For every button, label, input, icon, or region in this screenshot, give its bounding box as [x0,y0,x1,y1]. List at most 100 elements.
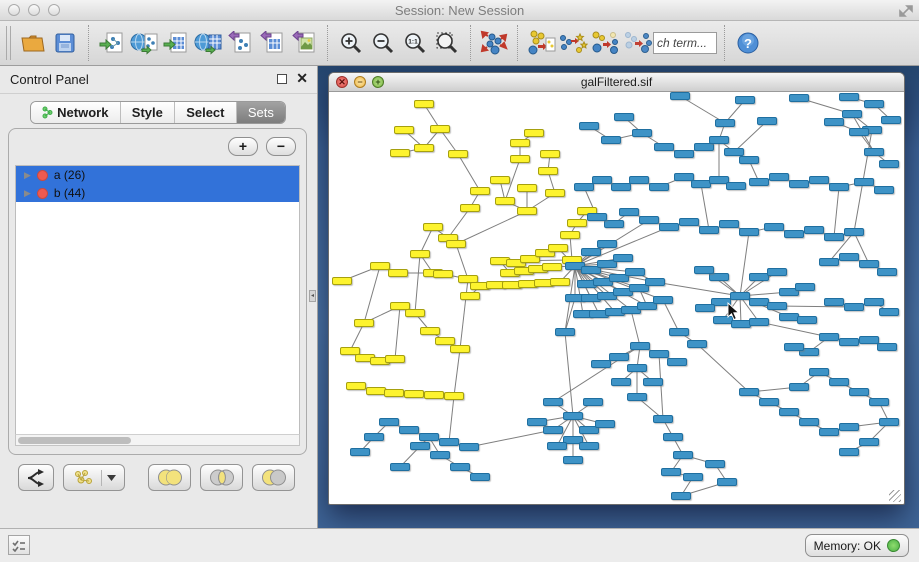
zoom-selected-icon[interactable] [431,25,463,61]
graph-node-blue[interactable] [629,176,649,184]
graph-node-yellow[interactable] [550,278,570,286]
graph-node-yellow[interactable] [450,345,470,353]
graph-node-blue[interactable] [694,266,714,274]
graph-node-blue[interactable] [809,176,829,184]
add-set-button[interactable]: + [228,137,258,156]
resize-grip[interactable] [889,490,901,502]
graph-node-blue[interactable] [583,398,603,406]
network-canvas[interactable] [329,92,902,503]
graph-node-blue[interactable] [739,388,759,396]
graph-node-yellow[interactable] [388,269,408,277]
graph-node-yellow[interactable] [354,319,374,327]
graph-node-blue[interactable] [663,433,683,441]
graph-node-blue[interactable] [579,122,599,130]
remove-set-button[interactable]: − [266,137,296,156]
graph-node-blue[interactable] [859,438,879,446]
graph-node-blue[interactable] [759,398,779,406]
task-history-button[interactable] [8,535,30,555]
graph-node-yellow[interactable] [390,149,410,157]
intersection-button[interactable] [200,464,243,491]
graph-node-yellow[interactable] [495,197,515,205]
graph-node-blue[interactable] [767,268,787,276]
graph-node-blue[interactable] [874,186,894,194]
graph-node-blue[interactable] [829,183,849,191]
graph-node-blue[interactable] [679,218,699,226]
graph-node-blue[interactable] [789,94,809,102]
graph-node-blue[interactable] [819,428,839,436]
graph-node-blue[interactable] [749,178,769,186]
graph-node-blue[interactable] [705,460,725,468]
graph-node-yellow[interactable] [517,184,537,192]
graph-node-blue[interactable] [789,383,809,391]
graph-node-blue[interactable] [844,303,864,311]
graph-node-blue[interactable] [809,368,829,376]
graph-node-blue[interactable] [614,113,634,121]
graph-node-yellow[interactable] [414,100,434,108]
graph-node-blue[interactable] [842,110,862,118]
graph-node-blue[interactable] [611,378,631,386]
graph-node-yellow[interactable] [332,277,352,285]
open-button[interactable] [17,25,49,61]
graph-node-blue[interactable] [555,328,575,336]
graph-node-yellow[interactable] [446,240,466,248]
graph-node-blue[interactable] [627,393,647,401]
expander-triangle-icon[interactable]: ▶ [24,188,31,199]
graph-node-blue[interactable] [709,273,729,281]
search-input[interactable] [653,32,717,54]
graph-node-blue[interactable] [877,268,897,276]
graph-node-blue[interactable] [654,143,674,151]
graph-node-blue[interactable] [749,273,769,281]
graph-node-blue[interactable] [613,254,633,262]
graph-node-blue[interactable] [661,468,681,476]
export-image-icon[interactable] [288,25,320,61]
import-table-file-icon[interactable] [160,25,192,61]
graph-node-blue[interactable] [719,220,739,228]
graph-node-blue[interactable] [632,129,652,137]
graph-node-blue[interactable] [587,213,607,221]
graph-node-blue[interactable] [879,418,899,426]
graph-node-yellow[interactable] [405,309,425,317]
graph-node-blue[interactable] [683,473,703,481]
graph-node-blue[interactable] [724,148,744,156]
graph-node-blue[interactable] [687,340,707,348]
graph-node-blue[interactable] [819,333,839,341]
graph-node-yellow[interactable] [538,167,558,175]
graph-node-yellow[interactable] [430,125,450,133]
graph-node-blue[interactable] [839,338,859,346]
graph-node-blue[interactable] [649,350,669,358]
graph-node-blue[interactable] [595,420,615,428]
graph-node-blue[interactable] [379,418,399,426]
graph-node-blue[interactable] [649,183,669,191]
graph-node-blue[interactable] [694,143,714,151]
graph-node-blue[interactable] [749,318,769,326]
graph-node-blue[interactable] [864,100,884,108]
difference-button[interactable] [252,464,295,491]
toolbar-drag-handle[interactable] [6,26,11,60]
graph-node-yellow[interactable] [435,337,455,345]
graph-node-blue[interactable] [667,358,687,366]
graph-node-yellow[interactable] [542,263,562,271]
graph-node-blue[interactable] [864,298,884,306]
graph-node-blue[interactable] [399,426,419,434]
graph-node-blue[interactable] [597,240,617,248]
graph-node-blue[interactable] [757,117,777,125]
new-network-selected-nodes-all-edges-icon[interactable] [589,25,621,61]
set-list-item[interactable]: ▶b (44) [16,184,299,202]
graph-node-blue[interactable] [581,248,601,256]
graph-node-blue[interactable] [854,178,874,186]
graph-node-blue[interactable] [691,180,711,188]
graph-node-blue[interactable] [824,298,844,306]
zoom-in-icon[interactable] [335,25,367,61]
window-titlebar[interactable]: Session: New Session [0,0,919,21]
graph-node-yellow[interactable] [423,223,443,231]
graph-node-blue[interactable] [797,316,817,324]
tab-select[interactable]: Select [175,102,237,123]
select-first-neighbors-icon[interactable] [557,25,589,61]
graph-node-blue[interactable] [574,183,594,191]
graph-node-blue[interactable] [695,304,715,312]
save-button[interactable] [49,25,81,61]
graph-node-blue[interactable] [563,412,583,420]
graph-node-yellow[interactable] [517,207,537,215]
graph-node-yellow[interactable] [424,391,444,399]
split-sets-button[interactable] [18,464,54,491]
